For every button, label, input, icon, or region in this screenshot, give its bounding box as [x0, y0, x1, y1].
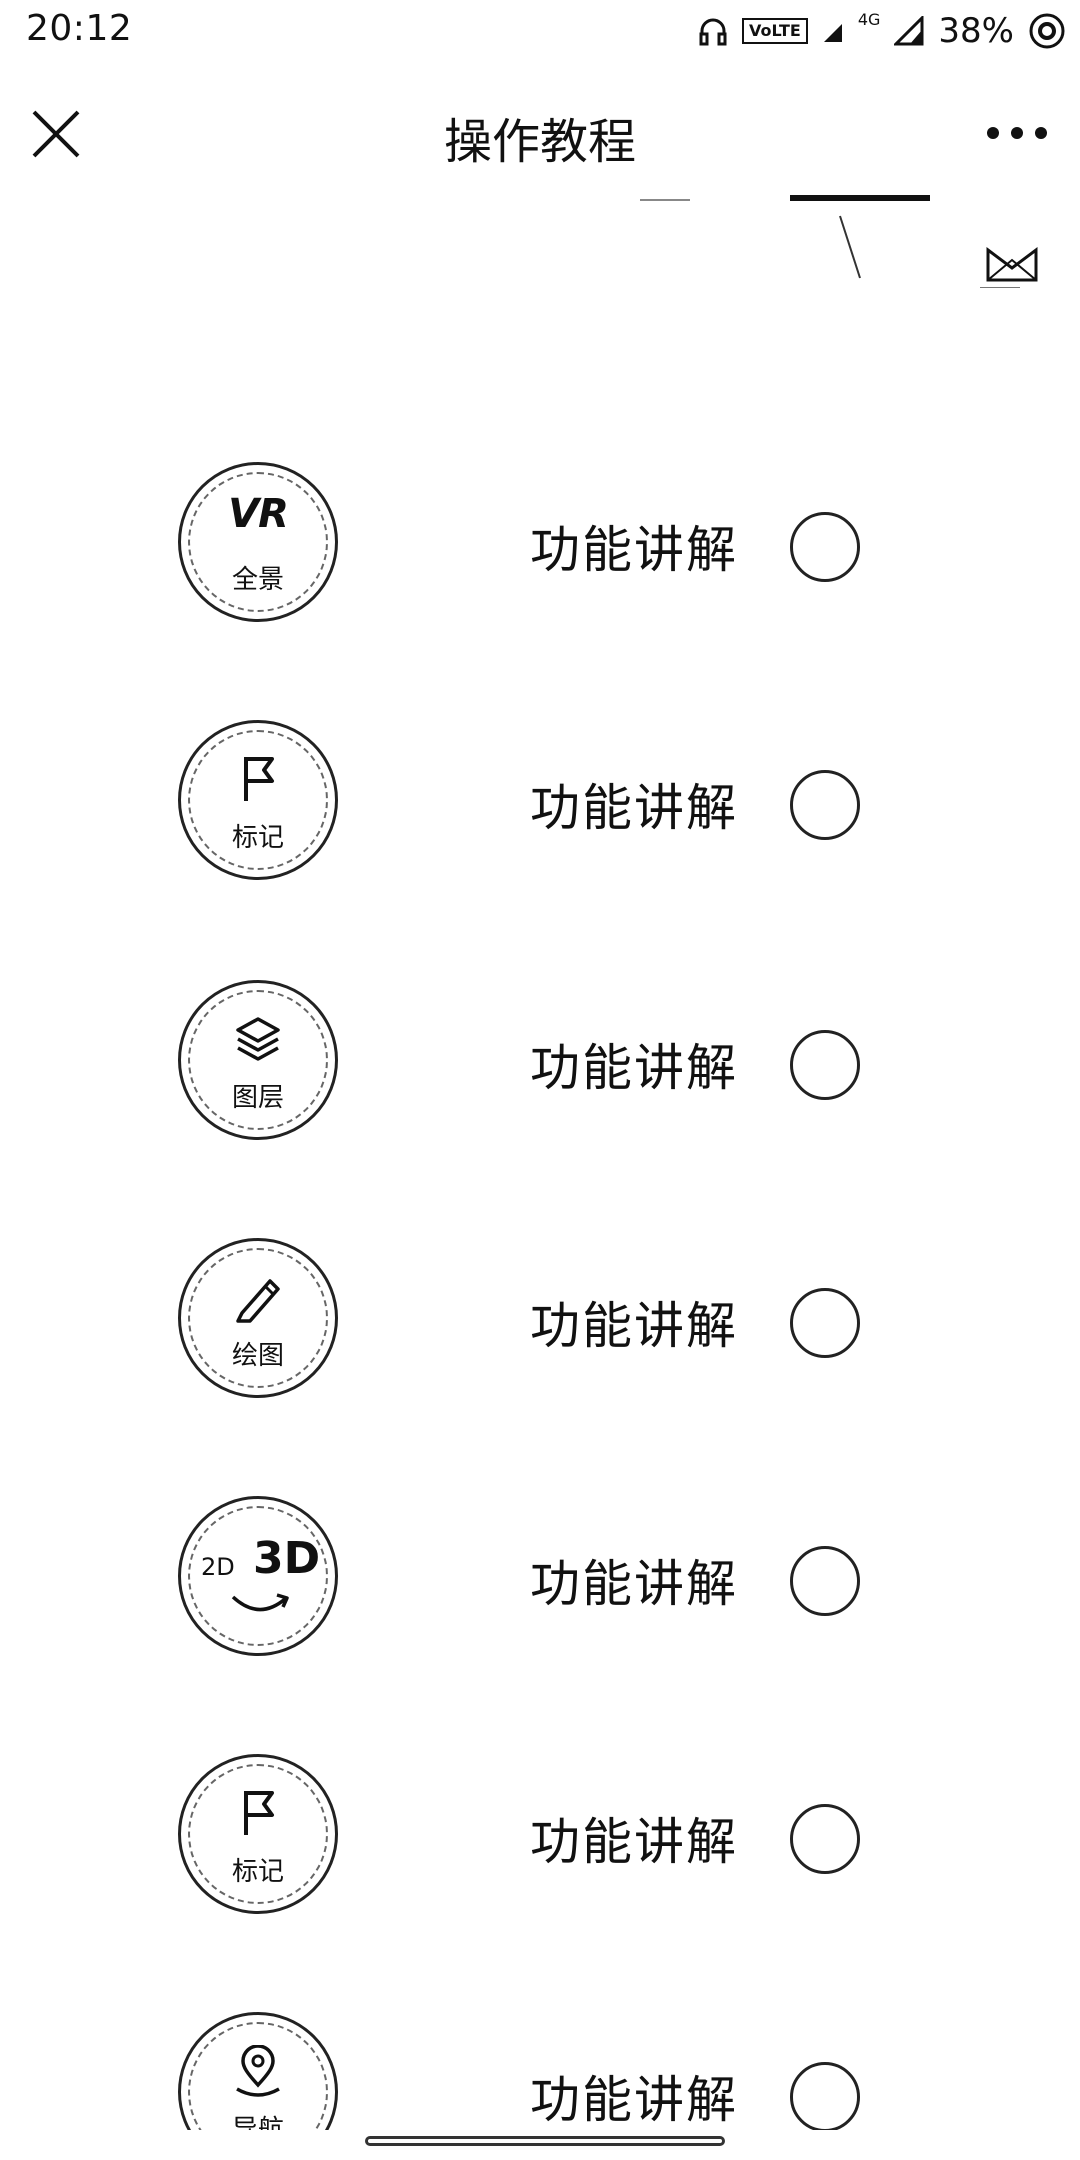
item-title: 功能讲解 — [530, 1297, 738, 1355]
network-type: 4G — [857, 9, 881, 29]
list-item[interactable]: 图层 功能讲解 — [0, 980, 1080, 1150]
item-radio[interactable] — [790, 2062, 860, 2130]
signal-icon — [823, 24, 842, 42]
label-2d: 2D — [201, 1553, 235, 1581]
item-title: 功能讲解 — [530, 1039, 738, 1097]
feature-badge: 图层 — [178, 980, 338, 1140]
status-bar: 20:12 VoLTE 4G 38% — [0, 0, 1080, 62]
status-icons: VoLTE 4G 38% — [698, 8, 1066, 54]
item-radio[interactable] — [790, 1804, 860, 1874]
flag-icon — [244, 757, 274, 801]
item-title: 功能讲解 — [530, 521, 738, 579]
more-icon[interactable] — [984, 118, 1050, 148]
item-radio[interactable] — [790, 770, 860, 840]
home-indicator[interactable] — [365, 2136, 725, 2146]
list-item[interactable]: 2D 3D 功能讲解 — [0, 1496, 1080, 1666]
pencil-icon — [236, 1279, 280, 1323]
item-title: 功能讲解 — [530, 1555, 738, 1613]
flag-icon — [244, 1791, 274, 1835]
location-pin-icon — [236, 2045, 280, 2097]
list-item[interactable]: VR 全景 功能讲解 — [0, 462, 1080, 632]
feature-badge: 导航 — [178, 2012, 338, 2130]
list-item[interactable]: 导航 功能讲解 — [0, 2012, 1080, 2130]
battery-percent: 38% — [938, 11, 1014, 51]
item-radio[interactable] — [790, 1288, 860, 1358]
vr-icon: VR — [228, 491, 289, 537]
feature-badge: 标记 — [178, 720, 338, 880]
status-time: 20:12 — [26, 8, 133, 49]
volte-badge: VoLTE — [741, 18, 808, 44]
nav-bar: 操作教程 — [0, 70, 1080, 190]
header-illustration — [640, 195, 1038, 288]
badge-label: 图层 — [231, 1083, 284, 1113]
feature-badge: 2D 3D — [178, 1496, 338, 1656]
item-radio[interactable] — [790, 1546, 860, 1616]
layers-icon — [236, 1017, 280, 1061]
list-item[interactable]: 绘图 功能讲解 — [0, 1238, 1080, 1408]
badge-label: 标记 — [231, 1857, 284, 1887]
list-item[interactable]: 标记 功能讲解 — [0, 720, 1080, 890]
item-title: 功能讲解 — [530, 2071, 738, 2129]
item-radio[interactable] — [790, 1030, 860, 1100]
item-radio[interactable] — [790, 512, 860, 582]
page-title: 操作教程 — [443, 114, 636, 170]
headphones-icon — [699, 18, 727, 46]
badge-label: 绘图 — [231, 1341, 284, 1371]
badge-label: 标记 — [231, 823, 284, 853]
item-title: 功能讲解 — [530, 1813, 738, 1871]
feature-badge: VR 全景 — [178, 462, 338, 622]
feature-badge: 标记 — [178, 1754, 338, 1914]
badge-label: 全景 — [231, 565, 284, 595]
label-3d: 3D — [253, 1533, 321, 1584]
badge-label: 导航 — [231, 2115, 284, 2130]
item-title: 功能讲解 — [530, 779, 738, 837]
feature-badge: 绘图 — [178, 1238, 338, 1398]
2d-3d-switch-icon — [231, 1593, 289, 1612]
battery-icon — [1029, 13, 1065, 49]
screen: 20:12 VoLTE 4G 38% 操作教程 VR 全景 功能讲解 标记 功能… — [0, 0, 1080, 2160]
list-item[interactable]: 标记 功能讲解 — [0, 1754, 1080, 1924]
signal-strength-icon — [894, 16, 924, 46]
